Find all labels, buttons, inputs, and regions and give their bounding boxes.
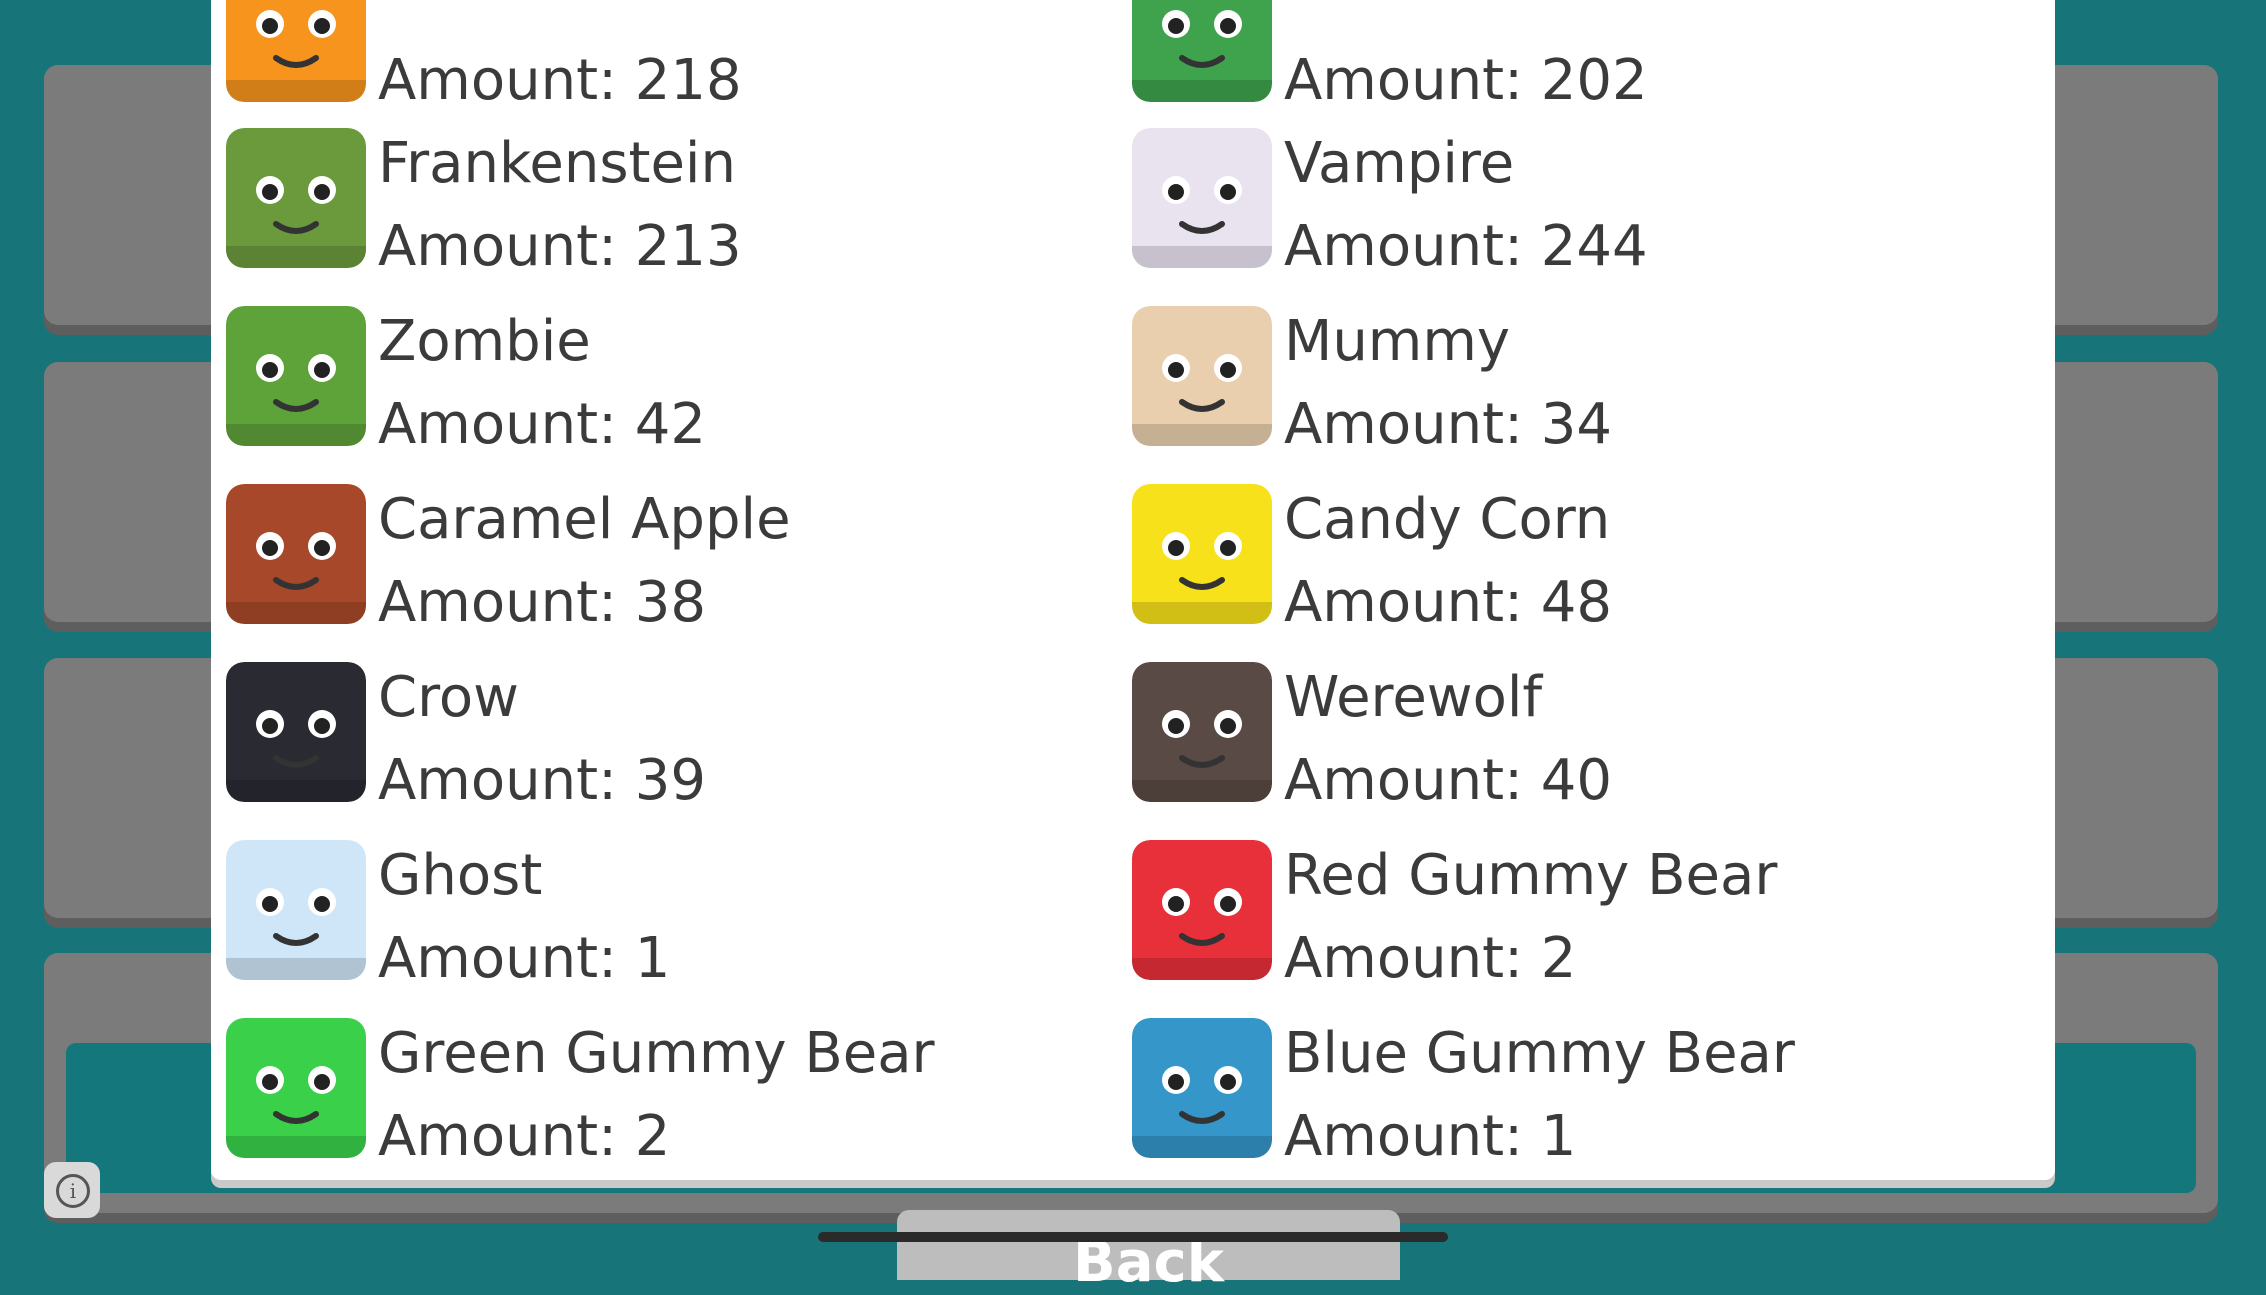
blook-amount: Amount: 213 <box>378 214 742 279</box>
mummy-icon <box>1132 306 1272 446</box>
swamp-monster-icon <box>1132 0 1272 102</box>
blook-name: Caramel Apple <box>378 487 791 552</box>
blook-item[interactable]: Blue Gummy Bear Amount: 1 <box>1117 1018 2017 1188</box>
blook-name: Werewolf <box>1284 665 1543 730</box>
candy-corn-icon <box>1132 484 1272 624</box>
blook-item[interactable]: Amount: 202 <box>1117 0 2017 132</box>
blook-item[interactable]: Vampire Amount: 244 <box>1117 128 2017 298</box>
blook-amount: Amount: 2 <box>378 1104 671 1169</box>
blook-name: Red Gummy Bear <box>1284 843 1778 908</box>
blook-item[interactable]: Ghost Amount: 1 <box>211 840 1111 1010</box>
blook-name: Mummy <box>1284 309 1511 374</box>
blook-item[interactable]: Crow Amount: 39 <box>211 662 1111 832</box>
vampire-icon <box>1132 128 1272 268</box>
back-button[interactable]: Back <box>897 1210 1400 1295</box>
jack-o-lantern-icon <box>226 0 366 102</box>
blook-item[interactable]: Candy Corn Amount: 48 <box>1117 484 2017 654</box>
home-indicator <box>818 1232 1448 1242</box>
blook-item[interactable]: Green Gummy Bear Amount: 2 <box>211 1018 1111 1188</box>
crow-icon <box>226 662 366 802</box>
blook-name: Green Gummy Bear <box>378 1021 935 1086</box>
blook-name: Crow <box>378 665 519 730</box>
inventory-panel: Amount: 218 Amount: 202 Frankenstein Amount… <box>211 0 2055 1180</box>
blook-amount: Amount: 42 <box>378 392 706 457</box>
blook-item[interactable]: Frankenstein Amount: 213 <box>211 128 1111 298</box>
blook-amount: Amount: 244 <box>1284 214 1648 279</box>
info-icon: i <box>56 1174 90 1208</box>
inventory-grid: Amount: 218 Amount: 202 Frankenstein Amount… <box>211 0 2055 1180</box>
ghost-icon <box>226 840 366 980</box>
blook-item[interactable]: Werewolf Amount: 40 <box>1117 662 2017 832</box>
blook-item[interactable]: Red Gummy Bear Amount: 2 <box>1117 840 2017 1010</box>
blook-name: Zombie <box>378 309 591 374</box>
caramel-apple-icon <box>226 484 366 624</box>
blook-amount: Amount: 48 <box>1284 570 1612 635</box>
red-gummy-bear-icon <box>1132 840 1272 980</box>
blue-gummy-bear-icon <box>1132 1018 1272 1158</box>
blook-amount: Amount: 202 <box>1284 48 1648 113</box>
blook-item[interactable]: Amount: 218 <box>211 0 1111 132</box>
blook-amount: Amount: 34 <box>1284 392 1612 457</box>
blook-amount: Amount: 2 <box>1284 926 1577 991</box>
blook-name: Blue Gummy Bear <box>1284 1021 1795 1086</box>
blook-name: Ghost <box>378 843 543 908</box>
blook-name: Frankenstein <box>378 131 736 196</box>
info-button[interactable]: i <box>44 1162 100 1218</box>
blook-amount: Amount: 38 <box>378 570 706 635</box>
green-gummy-bear-icon <box>226 1018 366 1158</box>
blook-name: Vampire <box>1284 131 1515 196</box>
blook-amount: Amount: 1 <box>1284 1104 1577 1169</box>
blook-item[interactable]: Mummy Amount: 34 <box>1117 306 2017 476</box>
frankenstein-icon <box>226 128 366 268</box>
zombie-icon <box>226 306 366 446</box>
blook-amount: Amount: 40 <box>1284 748 1612 813</box>
werewolf-icon <box>1132 662 1272 802</box>
blook-name: Candy Corn <box>1284 487 1611 552</box>
blook-item[interactable]: Zombie Amount: 42 <box>211 306 1111 476</box>
blook-amount: Amount: 39 <box>378 748 706 813</box>
blook-amount: Amount: 1 <box>378 926 671 991</box>
blook-amount: Amount: 218 <box>378 48 742 113</box>
blook-item[interactable]: Caramel Apple Amount: 38 <box>211 484 1111 654</box>
